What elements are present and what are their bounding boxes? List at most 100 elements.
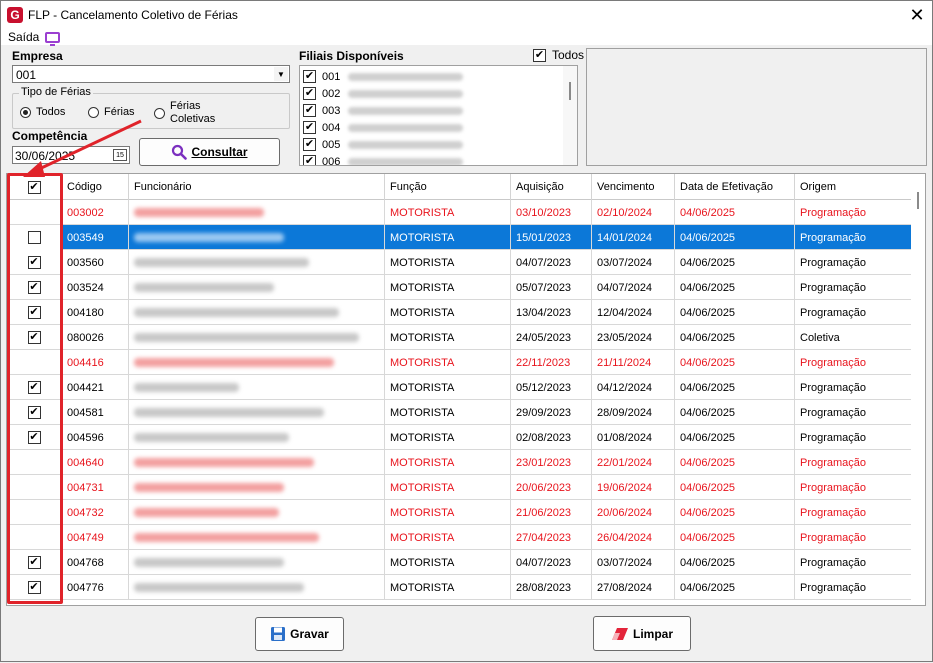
table-row[interactable]: ✔ 004776 MOTORISTA 28/08/2023 27/08/2024 04/0… [7,575,912,600]
calendar-icon[interactable]: 15 [113,149,127,161]
filiais-scrollbar[interactable] [563,66,577,165]
filial-code: 003 [322,104,341,117]
list-item[interactable]: ✔ 003 [303,102,464,119]
filiais-list[interactable]: ✔ 001 ✔ 002 ✔ 003 ✔ 004 ✔ 005 ✔ 006 [299,65,578,166]
table-row[interactable]: ✔ 004596 MOTORISTA 02/08/2023 01/08/2024 04/0… [7,425,912,450]
table-row[interactable]: 004749 MOTORISTA 27/04/2023 26/04/2024 04/06… [7,525,912,550]
radio-icon [88,106,99,118]
table-row[interactable]: ✔ 004768 MOTORISTA 04/07/2023 03/07/2024 04/0… [7,550,912,575]
filiais-todos-checkbox[interactable]: ✔ Todos [533,48,584,62]
cell-codigo: 004731 [62,475,129,500]
cell-origem: Programação [795,550,912,575]
empresa-select[interactable]: 001 ▼ [12,65,290,83]
header-funcao[interactable]: Função [385,174,511,200]
radio-todos[interactable]: Todos [20,106,65,118]
filial-name-redacted [348,106,464,115]
cell-origem: Programação [795,250,912,275]
checkbox-icon[interactable]: ✔ [303,87,316,100]
cell-origem: Programação [795,275,912,300]
table-row[interactable]: 004731 MOTORISTA 20/06/2023 19/06/2024 04/06… [7,475,912,500]
cell-vencimento: 21/11/2024 [592,350,675,375]
table-row[interactable]: ✔ 080026 MOTORISTA 24/05/2023 23/05/2024 04/0… [7,325,912,350]
table-row[interactable]: ✔ 004421 MOTORISTA 05/12/2023 04/12/2024 04/0… [7,375,912,400]
checkbox-icon: ✔ [533,48,546,62]
monitor-icon[interactable] [45,31,61,46]
scroll-thumb[interactable] [917,192,919,209]
table-row[interactable]: ✔ 004581 MOTORISTA 29/09/2023 28/09/2024 04/0… [7,400,912,425]
cell-vencimento: 02/10/2024 [592,200,675,225]
list-item[interactable]: ✔ 002 [303,85,464,102]
scroll-thumb[interactable] [569,82,571,100]
table-row[interactable]: ✔ 004180 MOTORISTA 13/04/2023 12/04/2024 04/0… [7,300,912,325]
cell-vencimento: 19/06/2024 [592,475,675,500]
competencia-date-input[interactable]: 30/06/2025 15 [12,146,130,164]
table-row[interactable]: 004732 MOTORISTA 21/06/2023 20/06/2024 04/06… [7,500,912,525]
radio-ferias-coletivas[interactable]: Férias Coletivas [154,100,215,126]
table-row[interactable]: 004416 MOTORISTA 22/11/2023 21/11/2024 04/06… [7,350,912,375]
table-row[interactable]: ✔ 003560 MOTORISTA 04/07/2023 03/07/2024 04/0… [7,250,912,275]
employee-name-redacted [134,283,274,292]
list-item[interactable]: ✔ 004 [303,119,464,136]
grid-scrollbar[interactable] [911,174,925,605]
cell-funcionario [129,375,385,400]
checkbox-icon[interactable]: ✔ [303,121,316,134]
table-row[interactable]: 003002 MOTORISTA 03/10/2023 02/10/2024 04/06… [7,200,912,225]
cell-aquisicao: 13/04/2023 [511,300,592,325]
checkbox-icon[interactable]: ✔ [303,70,316,83]
checkbox-icon[interactable]: ✔ [303,138,316,151]
cell-aquisicao: 21/06/2023 [511,500,592,525]
cell-origem: Programação [795,200,912,225]
cell-funcionario [129,550,385,575]
consultar-button[interactable]: Consultar [139,138,280,166]
cell-funcionario [129,475,385,500]
header-codigo[interactable]: Código [62,174,129,200]
checkbox-icon[interactable]: ✔ [303,155,316,165]
gravar-button[interactable]: Gravar [255,617,344,651]
filial-code: 005 [322,138,341,151]
radio-ferias[interactable]: Férias [88,106,135,118]
radio-todos-label: Todos [36,106,66,118]
header-funcionario[interactable]: Funcionário [129,174,385,200]
limpar-button[interactable]: Limpar [593,616,691,651]
filial-name-redacted [348,123,464,132]
cell-funcao: MOTORISTA [385,375,511,400]
cell-funcao: MOTORISTA [385,275,511,300]
header-aquisicao[interactable]: Aquisição [511,174,592,200]
menu-saida[interactable]: Saída [8,30,39,44]
chevron-down-icon[interactable]: ▼ [274,67,288,81]
radio-label-line2: Coletivas [170,113,216,125]
employee-name-redacted [134,208,264,217]
main-window: G FLP - Cancelamento Coletivo de Férias … [0,0,933,662]
cell-aquisicao: 20/06/2023 [511,475,592,500]
empresa-label: Empresa [12,49,63,63]
close-icon[interactable]: ✕ [902,1,932,29]
limpar-label: Limpar [632,626,673,641]
table-row[interactable]: ✔ 003524 MOTORISTA 05/07/2023 04/07/2024 04/0… [7,275,912,300]
cell-funcao: MOTORISTA [385,500,511,525]
competencia-label: Competência [12,129,88,143]
header-efetivacao[interactable]: Data de Efetivação [675,174,795,200]
list-item[interactable]: ✔ 005 [303,136,464,153]
header-vencimento[interactable]: Vencimento [592,174,675,200]
eraser-icon [611,627,628,640]
checkbox-icon[interactable]: ✔ [303,104,316,117]
cell-funcao: MOTORISTA [385,350,511,375]
cell-vencimento: 27/08/2024 [592,575,675,600]
cell-codigo: 003524 [62,275,129,300]
cell-efetivacao: 04/06/2025 [675,475,795,500]
list-item[interactable]: ✔ 001 [303,68,464,85]
header-origem[interactable]: Origem [795,174,912,200]
table-row[interactable]: 004640 MOTORISTA 23/01/2023 22/01/2024 04/06… [7,450,912,475]
cell-efetivacao: 04/06/2025 [675,350,795,375]
cell-vencimento: 23/05/2024 [592,325,675,350]
list-item[interactable]: ✔ 006 [303,153,464,165]
employee-name-redacted [134,333,359,342]
cell-funcao: MOTORISTA [385,400,511,425]
filial-name-redacted [348,72,464,81]
filial-code: 001 [322,70,341,83]
table-row[interactable]: ✔ 003549 MOTORISTA 15/01/2023 14/01/2024 04/0… [7,225,912,250]
cell-vencimento: 14/01/2024 [592,225,675,250]
employee-name-redacted [134,308,339,317]
cell-funcao: MOTORISTA [385,300,511,325]
menu-bar: Saída [1,29,932,46]
